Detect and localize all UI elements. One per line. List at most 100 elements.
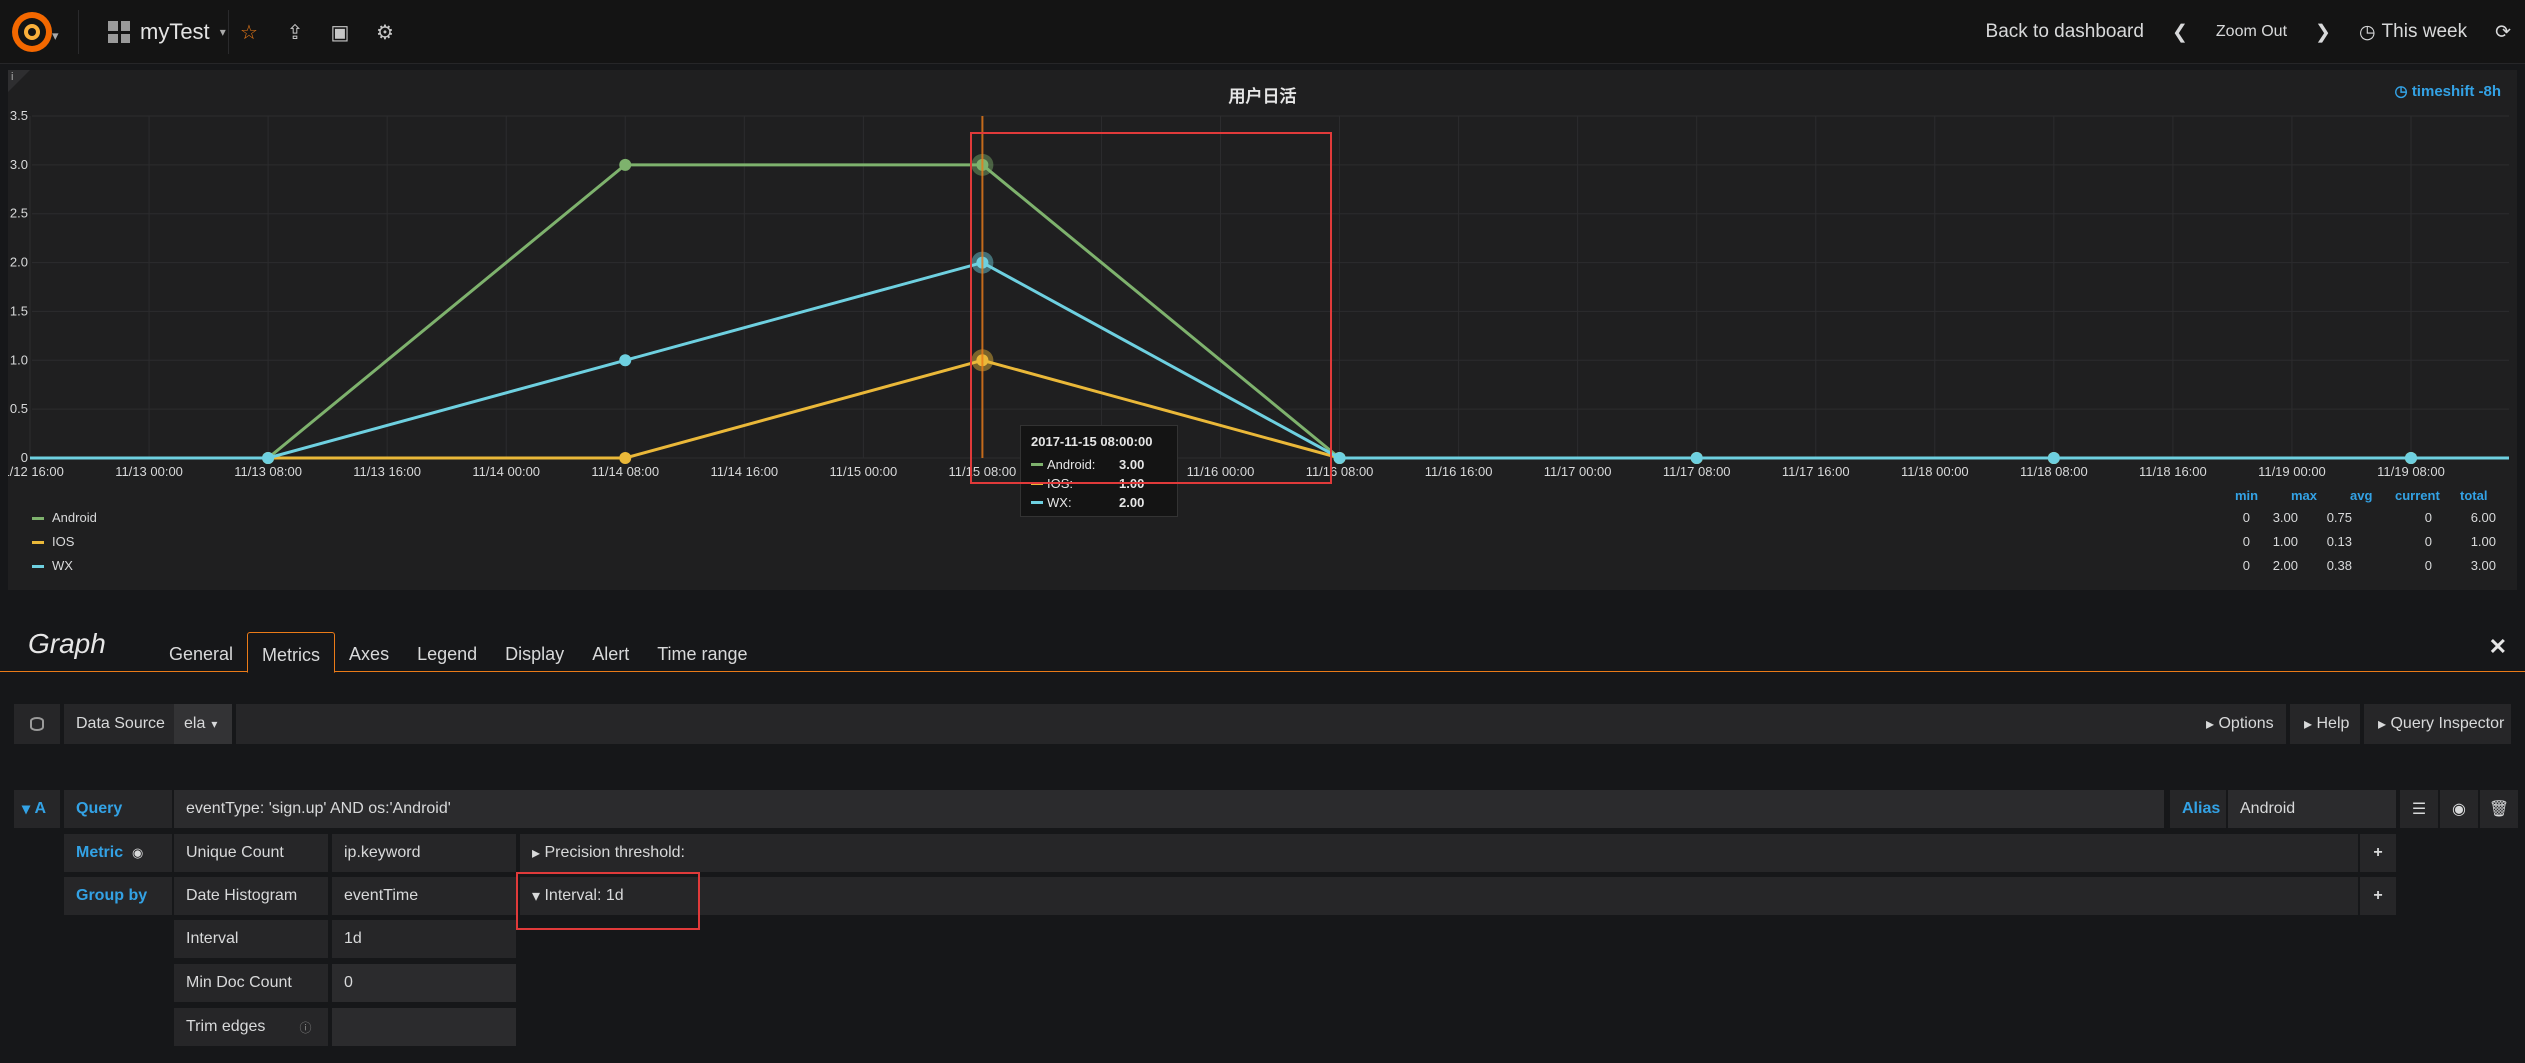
groupby-type-select[interactable]: Date Histogram [174, 877, 328, 915]
tab-time-range[interactable]: Time range [643, 632, 761, 672]
min-doc-count-input[interactable]: 0 [332, 964, 516, 1002]
alias-label-text: Alias [2182, 800, 2221, 817]
metric-type-select[interactable]: Unique Count [174, 834, 328, 872]
options-label: Options [2218, 715, 2274, 732]
menu-icon[interactable]: ☰ [2400, 790, 2438, 828]
add-groupby-icon[interactable]: + [2360, 877, 2396, 915]
min-doc-count-label: Min Doc Count [174, 964, 328, 1002]
tab-metrics[interactable]: Metrics [247, 632, 336, 673]
legend-value: 0.13 [2326, 534, 2352, 549]
query-collapse-toggle[interactable]: ▾ A [14, 790, 60, 828]
save-icon[interactable]: ▣ [326, 18, 354, 46]
tab-legend[interactable]: Legend [403, 632, 491, 672]
dashboard-title: myTest [140, 19, 210, 44]
highlight-box [516, 872, 700, 930]
info-icon[interactable]: ⓘ [299, 1019, 311, 1036]
metric-label-text: Metric [76, 844, 124, 861]
tab-display[interactable]: Display [491, 632, 578, 672]
legend-header-avg[interactable]: avg [2350, 488, 2372, 503]
options-button[interactable]: ▸ Options [2192, 704, 2286, 744]
x-tick-label: 11/18 16:00 [2139, 464, 2207, 479]
legend-value: 0 [2424, 558, 2432, 573]
legend-value: 0 [2424, 534, 2432, 549]
interval-label: Interval [174, 920, 328, 958]
x-tick-label: 11/19 00:00 [2258, 464, 2326, 479]
y-tick-label: 1.0 [10, 352, 28, 367]
alias-value: Android [2240, 800, 2296, 817]
star-icon[interactable]: ☆ [235, 18, 263, 46]
query-input[interactable]: eventType: 'sign.up' AND os:'Android' [174, 790, 2164, 828]
tab-general[interactable]: General [155, 632, 247, 672]
interval-input[interactable]: 1d [332, 920, 516, 958]
trim-edges-input[interactable] [332, 1008, 516, 1046]
zoom-out-button[interactable]: Zoom Out [2202, 23, 2301, 41]
share-icon[interactable]: ⇪ [281, 18, 309, 46]
tab-axes[interactable]: Axes [335, 632, 403, 672]
legend-value: 0.75 [2326, 510, 2352, 525]
data-point [2047, 452, 2060, 464]
data-point [619, 354, 632, 367]
data-point [262, 452, 275, 464]
add-metric-icon[interactable]: + [2360, 834, 2396, 872]
groupby-type: Date Histogram [186, 887, 298, 904]
interval-label-text: Interval [186, 930, 239, 947]
time-picker-button[interactable]: ◷ This week [2345, 21, 2481, 44]
y-tick-label: 2.5 [10, 206, 28, 221]
tab-alert[interactable]: Alert [578, 632, 643, 672]
y-tick-label: 0 [21, 450, 28, 465]
grafana-logo-icon[interactable] [8, 8, 56, 56]
nav-right-controls: Back to dashboard ❮ Zoom Out ❯ ◷ This we… [1972, 14, 2525, 50]
legend-row[interactable]: WX 0 2.00 0.38 0 3.00 [30, 554, 2500, 578]
legend-header-current[interactable]: current [2395, 488, 2440, 503]
legend-series-name[interactable]: Android [52, 510, 97, 525]
legend-row[interactable]: IOS 0 1.00 0.13 0 1.00 [30, 530, 2500, 554]
x-tick-label: 11/17 00:00 [1544, 464, 1612, 479]
caret-down-icon[interactable]: ▾ [52, 28, 59, 44]
divider [78, 10, 79, 54]
data-point [619, 158, 632, 171]
help-button[interactable]: ▸ Help [2290, 704, 2360, 744]
query-inspector-button[interactable]: ▸ Query Inspector [2364, 704, 2511, 744]
clock-icon: ◷ [2358, 21, 2376, 43]
x-tick-label: 11/14 16:00 [710, 464, 778, 479]
x-tick-label: 11/14 08:00 [591, 464, 659, 479]
time-back-button[interactable]: ❮ [2158, 21, 2202, 44]
series-swatch[interactable] [32, 517, 44, 520]
metric-type: Unique Count [186, 844, 284, 861]
help-label: Help [2316, 715, 2350, 732]
legend-header-total[interactable]: total [2460, 488, 2487, 503]
dashboard-picker-button[interactable]: myTest ▾ [96, 14, 238, 50]
series-swatch[interactable] [32, 541, 44, 544]
back-to-dashboard-button[interactable]: Back to dashboard [1972, 21, 2158, 43]
refresh-icon[interactable]: ⟳ [2481, 21, 2525, 44]
y-tick-label: 3.0 [10, 157, 28, 172]
alias-input[interactable]: Android [2228, 790, 2396, 828]
legend-value: 3.00 [2272, 510, 2298, 525]
legend-header-min[interactable]: min [2235, 488, 2258, 503]
legend-value: 0 [2424, 510, 2432, 525]
database-icon [14, 704, 60, 744]
trim-edges-label-text: Trim edges [186, 1018, 266, 1035]
precision-toggle[interactable]: ▸ Precision threshold: [520, 834, 2358, 872]
eye-icon[interactable]: ◉ [132, 845, 143, 861]
legend-header-max[interactable]: max [2291, 488, 2317, 503]
query-label-text: Query [76, 800, 123, 817]
trash-icon[interactable]: 🗑 [2480, 790, 2518, 828]
legend-row[interactable]: Android 0 3.00 0.75 0 6.00 [30, 506, 2500, 530]
legend-value: 1.00 [2470, 534, 2496, 549]
eye-icon[interactable]: ◉ [2440, 790, 2478, 828]
gear-icon[interactable]: ⚙ [371, 18, 399, 46]
interval-toggle[interactable]: ▾ Interval: 1d [520, 877, 2358, 915]
time-forward-button[interactable]: ❯ [2301, 21, 2345, 44]
data-point [1333, 452, 1346, 464]
query-label: Query [64, 790, 172, 828]
datasource-select[interactable]: ela ▾ [174, 704, 232, 744]
legend-series-name[interactable]: WX [52, 558, 73, 573]
legend-series-name[interactable]: IOS [52, 534, 74, 549]
groupby-field-select[interactable]: eventTime [332, 877, 516, 915]
metric-field-select[interactable]: ip.keyword [332, 834, 516, 872]
min-doc-count-value: 0 [344, 974, 353, 991]
series-swatch[interactable] [32, 565, 44, 568]
close-icon[interactable]: ✕ [2489, 634, 2507, 660]
data-point [2405, 452, 2417, 464]
